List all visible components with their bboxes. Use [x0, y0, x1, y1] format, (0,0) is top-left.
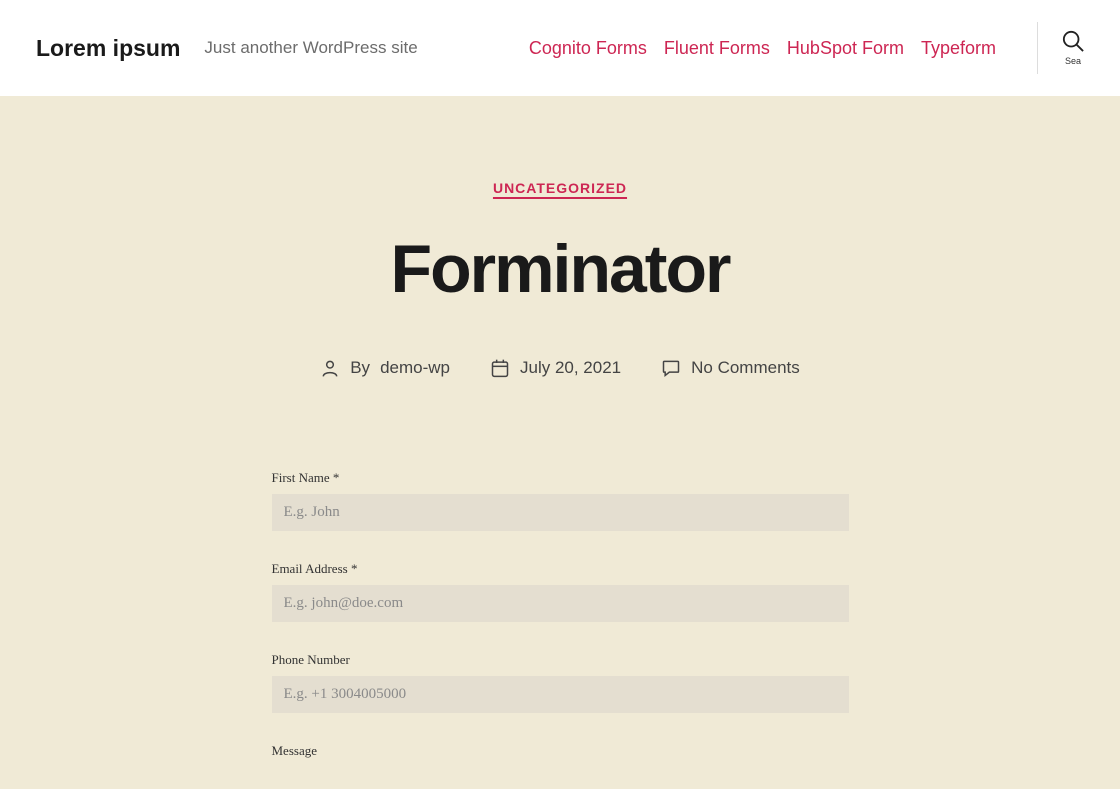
form-field-email: Email Address * [272, 561, 849, 622]
form-field-message: Message [272, 743, 849, 759]
author-link[interactable]: demo-wp [380, 358, 450, 378]
user-icon [320, 358, 340, 378]
nav-link-fluent-forms[interactable]: Fluent Forms [664, 38, 770, 59]
form-field-first-name: First Name * [272, 470, 849, 531]
meta-author: By demo-wp [320, 358, 450, 378]
phone-label: Phone Number [272, 652, 849, 668]
meta-comments: No Comments [661, 358, 800, 378]
site-header: Lorem ipsum Just another WordPress site … [0, 0, 1120, 96]
first-name-input[interactable] [272, 494, 849, 531]
search-icon [1062, 30, 1084, 52]
post-meta: By demo-wp July 20, 2021 No Comments [0, 358, 1120, 378]
main-content: UNCATEGORIZED Forminator By demo-wp July… [0, 96, 1120, 759]
calendar-icon [490, 358, 510, 378]
comment-icon [661, 358, 681, 378]
by-label: By [350, 358, 370, 378]
comments-link[interactable]: No Comments [691, 358, 800, 378]
search-label: Sea [1065, 56, 1081, 66]
first-name-label: First Name * [272, 470, 849, 486]
site-tagline: Just another WordPress site [204, 38, 417, 58]
site-title[interactable]: Lorem ipsum [36, 35, 180, 62]
post-title: Forminator [0, 230, 1120, 308]
form-field-phone: Phone Number [272, 652, 849, 713]
primary-nav: Cognito Forms Fluent Forms HubSpot Form … [529, 22, 1084, 74]
phone-input[interactable] [272, 676, 849, 713]
email-label: Email Address * [272, 561, 849, 577]
form-container: First Name * Email Address * Phone Numbe… [268, 470, 853, 759]
email-input[interactable] [272, 585, 849, 622]
nav-link-hubspot-form[interactable]: HubSpot Form [787, 38, 904, 59]
date-link[interactable]: July 20, 2021 [520, 358, 621, 378]
search-button[interactable]: Sea [1037, 22, 1084, 74]
category-link[interactable]: UNCATEGORIZED [493, 180, 627, 196]
nav-link-typeform[interactable]: Typeform [921, 38, 996, 59]
nav-link-cognito-forms[interactable]: Cognito Forms [529, 38, 647, 59]
message-label: Message [272, 743, 849, 759]
meta-date: July 20, 2021 [490, 358, 621, 378]
